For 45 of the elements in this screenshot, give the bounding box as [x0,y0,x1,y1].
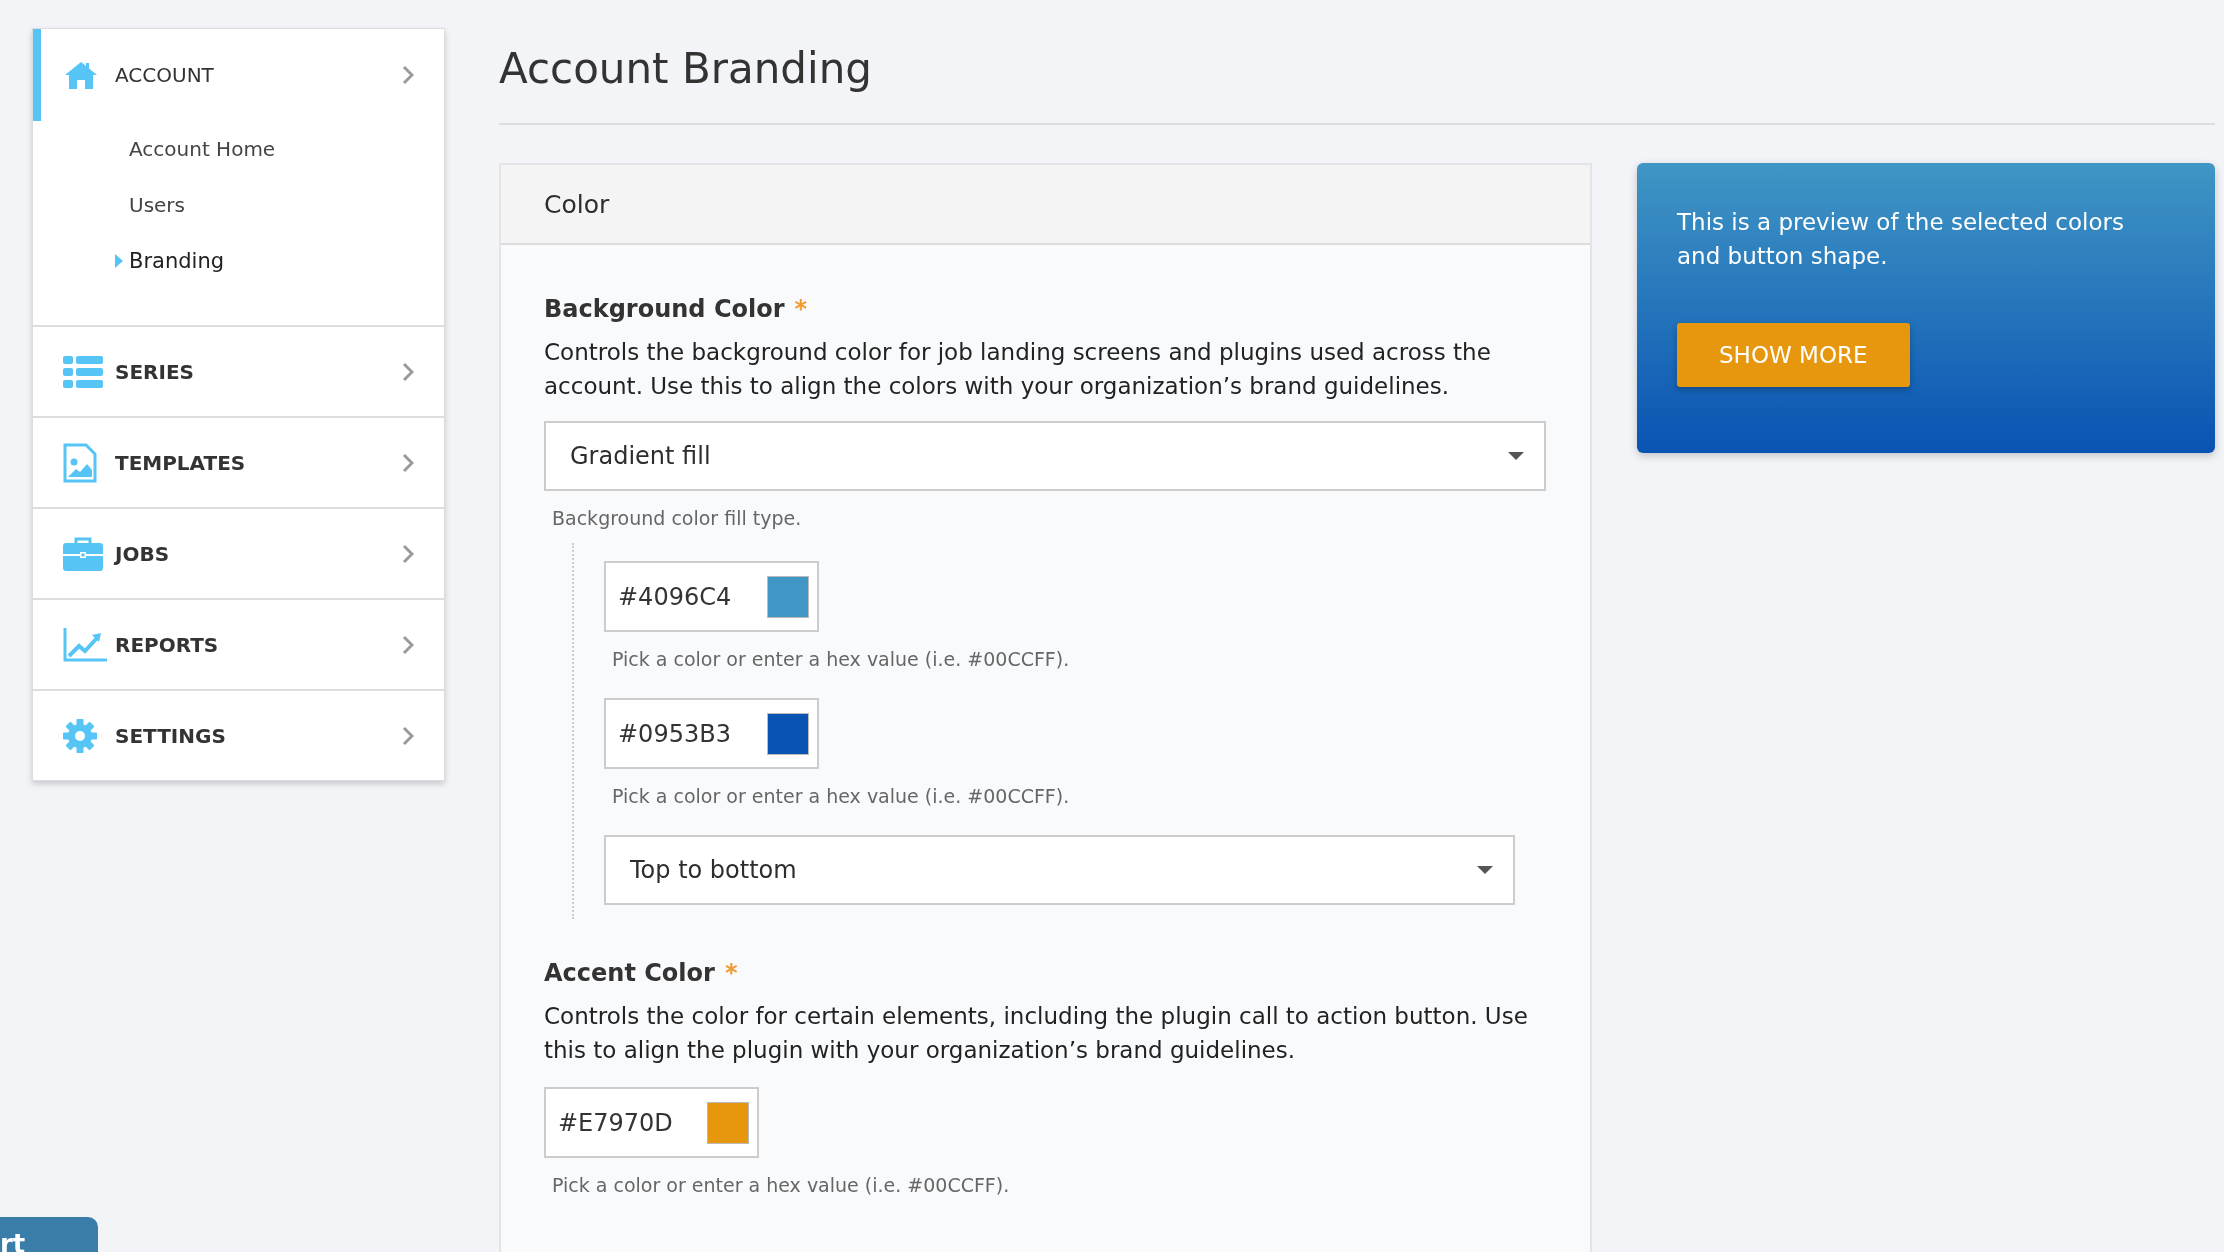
sidebar-item[interactable]: Account Home [129,121,444,177]
sidebar-item[interactable]: Branding [129,233,444,289]
preview-text: This is a preview of the selected colors and button shape. [1677,208,2125,271]
image-file-icon [63,442,97,483]
help-text: Background color fill type. [551,507,803,529]
fill-type-select[interactable]: Gradient fill [544,421,1546,491]
caret-down-icon [1477,865,1493,875]
required-mark: * [794,295,808,323]
color-swatch[interactable] [767,712,809,755]
line-chart-icon [63,627,107,662]
help-text: Pick a color or enter a hex value (i.e. #00CCFF). [611,648,1071,670]
chevron-right-icon [402,452,414,473]
field-label: Background Color [544,295,785,323]
chevron-right-icon [402,634,414,655]
sidebar-item[interactable]: Users [129,177,444,233]
card-title: Color [544,189,610,219]
gear-icon [63,718,97,753]
briefcase-icon [63,536,103,571]
chevron-right-icon [402,65,414,85]
house-icon [63,60,99,90]
chevron-right-icon [402,725,414,746]
page-title: Account Branding [499,44,2215,125]
color-swatch[interactable] [767,575,809,618]
field-label: Accent Color [544,959,715,987]
chevron-right-icon [402,361,414,382]
help-text: Pick a color or enter a hex value (i.e. #00CCFF). [611,785,1071,807]
direction-select[interactable]: Top to bottom [604,835,1515,905]
color-input-field[interactable]: #0953B3 [604,698,819,769]
color-input-field[interactable]: #E7970D [544,1087,759,1158]
sidebar-section[interactable]: JOBS [33,509,444,598]
sidebar-section[interactable]: TEMPLATES [33,418,444,507]
caret-down-icon [1508,451,1524,461]
sidebar-section[interactable]: ACCOUNT [33,29,444,121]
sidebar-section[interactable]: REPORTS [33,600,444,689]
chevron-right-icon [402,543,414,564]
field-description: Controls the background color for job landing screens and plugins used across the account. Use this to align the colors with your organization’s brand guidelines. [544,338,1492,401]
color-input-field[interactable]: #4096C4 [604,561,819,632]
list-icon [63,355,103,388]
field-description: Controls the color for certain elements, including the plugin call to action button. Use this to align the plugin with your organization’s brand guidelines. [544,1002,1529,1065]
help-text: Pick a color or enter a hex value (i.e. #00CCFF). [551,1174,1011,1196]
sidebar-section[interactable]: SETTINGS [33,691,444,780]
required-mark: * [724,959,738,987]
sidebar-section[interactable]: SERIES [33,327,444,416]
color-swatch[interactable] [707,1101,749,1144]
caret-right-icon [115,254,123,268]
